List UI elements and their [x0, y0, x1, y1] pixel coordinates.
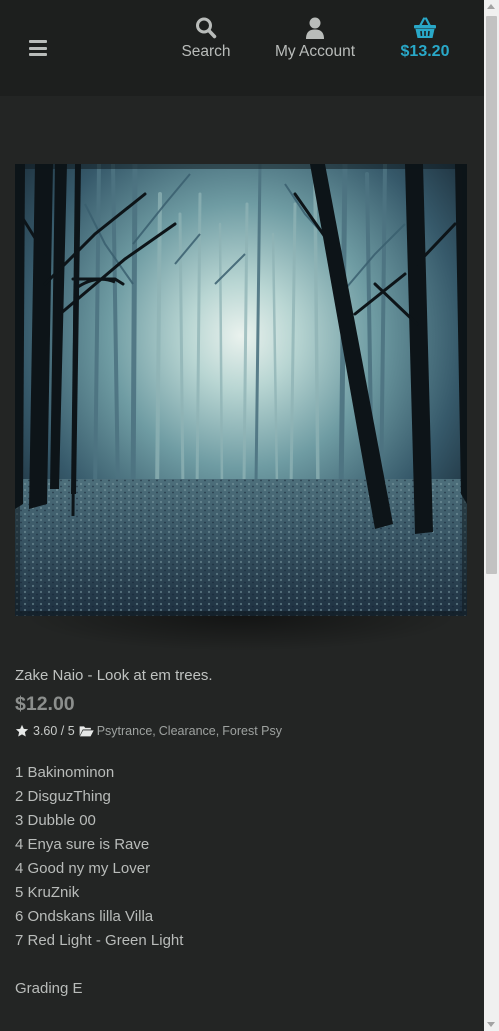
- basket-icon: [414, 17, 436, 38]
- page: Search My Account $13.20 Zake Naio - Loo…: [0, 0, 484, 1031]
- track-item: 4 Enya sure is Rave: [15, 836, 150, 853]
- track-item: 4 Good ny my Lover: [15, 860, 151, 877]
- product-price: $12.00: [15, 693, 75, 715]
- category-separator: ,: [215, 724, 220, 738]
- vertical-scrollbar[interactable]: [484, 0, 499, 1031]
- product-meta: 3.60 / 5 Psytrance, Clearance, Forest Ps…: [15, 723, 470, 739]
- product-image[interactable]: [15, 164, 467, 616]
- track-list: 1 Bakinominon 2 DisguzThing 3 Dubble 00 …: [15, 761, 470, 953]
- category-separator: ,: [152, 724, 156, 738]
- search-icon: [196, 17, 217, 39]
- product-grading: Grading E: [15, 980, 83, 997]
- hamburger-icon[interactable]: [29, 40, 47, 56]
- my-account-label: My Account: [274, 43, 356, 60]
- track-item: 7 Red Light - Green Light: [15, 932, 184, 949]
- track-item: 6 Ondskans lilla Villa: [15, 908, 154, 925]
- track-item: 5 KruZnik: [15, 884, 80, 901]
- scrollbar-thumb[interactable]: [486, 16, 497, 574]
- product-rating: 3.60 / 5: [33, 724, 75, 738]
- folder-open-icon: [79, 726, 94, 737]
- site-header: Search My Account $13.20: [0, 0, 484, 96]
- search-label: Search: [181, 43, 231, 60]
- star-icon: [15, 724, 29, 737]
- image-shadow: [15, 616, 467, 660]
- cart-button[interactable]: $13.20: [396, 16, 454, 61]
- user-icon: [306, 17, 324, 39]
- my-account-button[interactable]: My Account: [270, 16, 360, 61]
- search-button[interactable]: Search: [178, 16, 234, 61]
- product-title: Zake Naio - Look at em trees.: [15, 667, 213, 684]
- category-link-psytrance[interactable]: Psytrance: [97, 723, 153, 739]
- category-link-forest-psy[interactable]: Forest Psy: [222, 723, 282, 739]
- cart-total: $13.20: [400, 43, 450, 60]
- track-item: 1 Bakinominon: [15, 764, 115, 781]
- scroll-down-arrow[interactable]: [487, 1022, 495, 1027]
- product-info: Zake Naio - Look at em trees. $12.00 3.6…: [15, 666, 470, 1001]
- scroll-up-arrow[interactable]: [487, 4, 495, 9]
- track-item: 2 DisguzThing: [15, 788, 111, 805]
- track-item: 3 Dubble 00: [15, 812, 96, 829]
- category-link-clearance[interactable]: Clearance: [159, 723, 216, 739]
